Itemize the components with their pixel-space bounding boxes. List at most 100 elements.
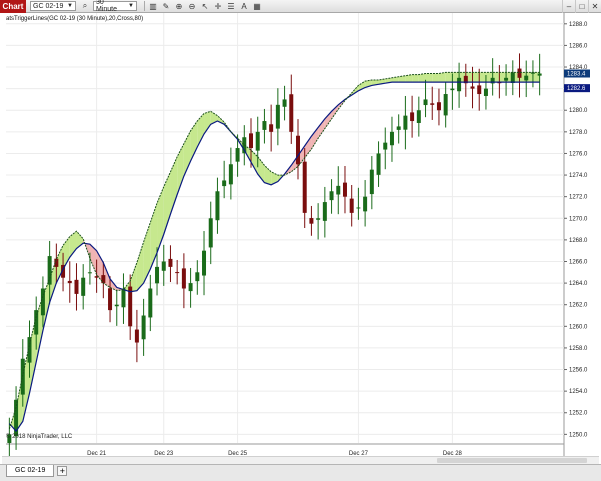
price-tick-label: 1268.0: [569, 238, 588, 244]
candle-body: [376, 153, 381, 175]
candle-body: [436, 102, 441, 111]
candle-body: [134, 329, 139, 343]
candle-body: [208, 218, 213, 248]
tab-gc-02-19[interactable]: GC 02-19: [6, 465, 55, 477]
search-icon[interactable]: ⌕: [80, 1, 90, 11]
interval-selector[interactable]: 30 Minute ▼: [93, 0, 137, 13]
candle-body: [524, 75, 529, 81]
candle-body: [349, 198, 354, 213]
candle-body: [295, 135, 300, 165]
candle-body: [329, 191, 334, 201]
candle-body: [87, 272, 92, 274]
candle-body: [155, 266, 160, 284]
text-icon[interactable]: A: [239, 1, 249, 11]
price-tick-label: 1252.0: [569, 411, 588, 417]
minimize-icon[interactable]: –: [562, 0, 575, 13]
pointer-icon[interactable]: ↖: [200, 1, 210, 11]
candle-body: [510, 72, 515, 84]
band-segment-bullish: [432, 73, 439, 83]
candle-body: [249, 133, 254, 149]
candle-body: [181, 268, 186, 289]
candle-body: [262, 121, 267, 130]
trigger-price-marker-label: 1282.6: [567, 86, 586, 92]
price-tick-label: 1288.0: [569, 22, 588, 28]
candle-body: [363, 196, 368, 212]
chevron-down-icon: ▼: [67, 3, 73, 9]
chevron-down-icon: ▼: [128, 3, 134, 9]
candle-body: [322, 202, 327, 221]
price-tick-label: 1264.0: [569, 281, 588, 287]
interval-value: 30 Minute: [96, 0, 118, 13]
candle-body: [148, 288, 153, 318]
band-segment-bullish: [412, 74, 419, 83]
candle-body: [114, 304, 119, 307]
candle-body: [47, 256, 52, 285]
price-tick-label: 1254.0: [569, 389, 588, 395]
candle-body: [168, 258, 173, 267]
candle-body: [470, 86, 475, 89]
band-segment-bullish: [499, 72, 507, 83]
band-segment-bullish: [479, 72, 486, 83]
maximize-icon[interactable]: □: [575, 0, 588, 13]
indicator-label: atsTriggerLines(GC 02-19 (30 Minute),20,…: [6, 16, 144, 22]
candle-body: [457, 77, 462, 92]
candle-body: [517, 68, 522, 78]
candle-body: [81, 277, 86, 296]
candle-body: [423, 99, 428, 106]
instrument-selector[interactable]: GC 02-19 ▼: [30, 1, 76, 11]
candle-body: [443, 94, 448, 116]
crosshair-icon[interactable]: ✛: [213, 1, 223, 11]
price-chart[interactable]: 1250.0 1252.0 1254.0 1256.0 1258.0 1260.0 1262…: [0, 13, 601, 464]
candle-body: [383, 142, 388, 150]
candle-body: [175, 272, 180, 274]
zoom-icon[interactable]: ⊕: [174, 1, 184, 11]
band-segment-bullish: [425, 73, 433, 83]
instrument-tab-bar: GC 02-19 +: [0, 464, 601, 481]
properties-icon[interactable]: ☰: [226, 1, 236, 11]
last-price-marker-label: 1283.4: [567, 72, 586, 78]
instrument-value: GC 02-19: [33, 2, 64, 10]
candle-body: [430, 103, 435, 105]
candle-body: [336, 185, 341, 195]
candle-body: [396, 126, 401, 130]
candle-body: [369, 169, 374, 195]
candle-body: [74, 279, 79, 294]
candle-body: [215, 191, 220, 221]
candle-body: [202, 250, 207, 276]
data-box-icon[interactable]: ▦: [252, 1, 262, 11]
candle-body: [316, 218, 321, 220]
price-tick-label: 1256.0: [569, 368, 588, 374]
candle-body: [255, 131, 260, 151]
price-tick-label: 1270.0: [569, 216, 588, 222]
window-controls: – □ ✕: [562, 0, 601, 13]
candle-body: [289, 94, 294, 132]
scrollbar-thumb[interactable]: [437, 458, 587, 463]
candle-body: [228, 164, 233, 185]
price-tick-label: 1262.0: [569, 303, 588, 309]
candle-body: [269, 124, 274, 132]
chart-window-tab[interactable]: Chart: [0, 0, 26, 13]
candle-body: [483, 88, 488, 96]
pencil-icon[interactable]: ✎: [161, 1, 171, 11]
chart-toolbar: Chart GC 02-19 ▼ ⌕ 30 Minute ▼ ▥ ✎ ⊕ ⊖ ↖…: [0, 0, 601, 13]
candle-body: [537, 73, 542, 76]
candle-body: [389, 131, 394, 146]
candle-body: [235, 148, 240, 162]
price-tick-label: 1258.0: [569, 346, 588, 352]
candle-body: [188, 283, 193, 292]
candle-body: [504, 77, 509, 81]
candle-body: [282, 99, 287, 107]
toolbar-divider: [144, 1, 145, 11]
close-icon[interactable]: ✕: [588, 0, 601, 13]
candle-body: [309, 218, 314, 224]
candle-body: [410, 112, 415, 122]
horizontal-scrollbar[interactable]: [2, 456, 599, 464]
candle-body: [416, 110, 421, 123]
price-tick-label: 1280.0: [569, 108, 588, 114]
zoom-out-icon[interactable]: ⊖: [187, 1, 197, 11]
band-segment-bullish: [472, 72, 480, 83]
add-tab-button[interactable]: +: [57, 466, 68, 476]
candle-body: [356, 207, 361, 209]
bar-chart-icon[interactable]: ▥: [148, 1, 158, 11]
copyright-notice: © 2018 NinjaTrader, LLC: [6, 434, 73, 440]
